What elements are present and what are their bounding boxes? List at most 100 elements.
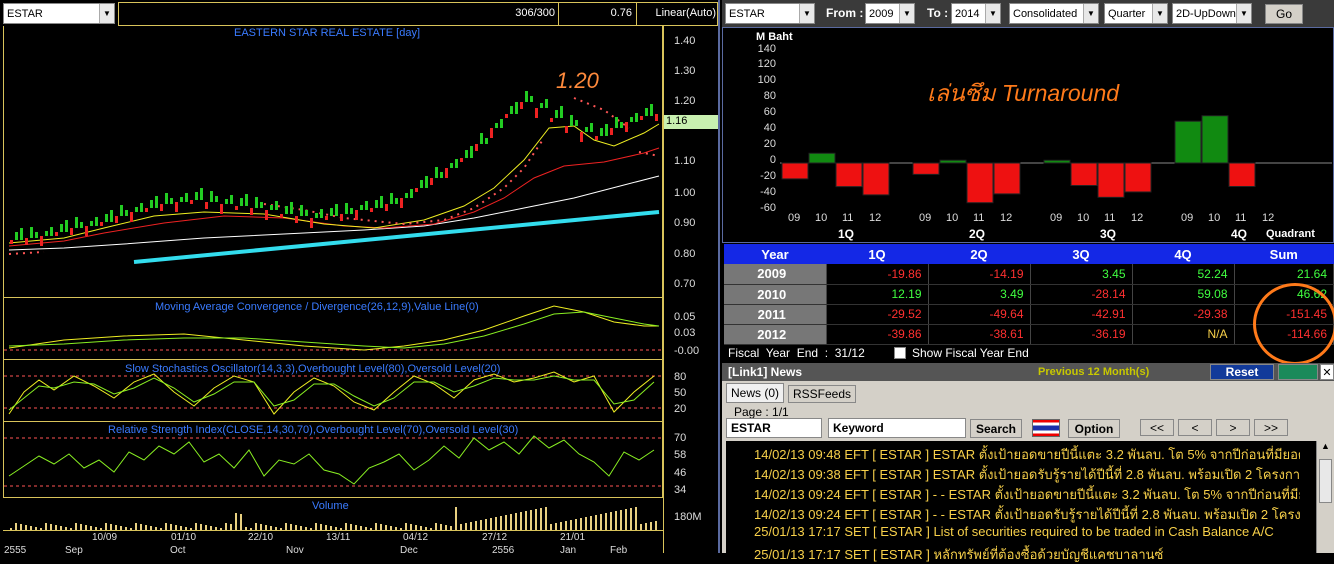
volume-bar [570, 520, 572, 530]
bar-3Q-10 [1070, 162, 1098, 187]
scrollbar[interactable]: ▲ [1316, 441, 1334, 553]
keyword-input[interactable]: Keyword [828, 418, 966, 438]
fin-symbol-select[interactable]: ESTAR ▼ [725, 3, 815, 24]
tab-news[interactable]: News (0) [726, 383, 784, 403]
scroll-thumb[interactable] [1319, 459, 1332, 503]
to-year-select[interactable]: 2014 ▼ [951, 3, 1001, 24]
filter-button[interactable] [1278, 364, 1318, 380]
news-item[interactable]: 25/01/13 17:17 SET [ ESTAR ] List of sec… [754, 524, 1300, 544]
chevron-down-icon: ▼ [899, 4, 914, 23]
first-page-button[interactable]: << [1140, 419, 1174, 436]
candle [645, 108, 648, 116]
candle [525, 91, 528, 102]
candle [375, 200, 378, 208]
month-label: Sep [65, 545, 83, 556]
news-symbol-input[interactable]: ESTAR [726, 418, 822, 438]
candle [435, 167, 438, 178]
bar-y-tick: 60 [763, 106, 776, 118]
date-label: 01/10 [171, 532, 197, 543]
month-label: 2556 [492, 545, 515, 556]
year-cell: 2010 [724, 284, 827, 305]
from-year-select[interactable]: 2009 ▼ [865, 3, 915, 24]
scale-mode[interactable]: Linear(Auto) [640, 7, 716, 19]
bar-y-tick: 20 [763, 138, 776, 150]
tab-rssfeeds[interactable]: RSSFeeds [788, 385, 856, 403]
news-item[interactable]: 14/02/13 09:24 EFT [ ESTAR ] - - ESTAR ต… [754, 504, 1300, 524]
news-item[interactable]: 14/02/13 09:38 EFT [ ESTAR ] ESTAR ตั้งเ… [754, 464, 1300, 484]
date-label: 21/01 [560, 532, 586, 543]
table-header: 1Q [868, 246, 886, 262]
reset-button[interactable]: Reset [1210, 364, 1274, 380]
scroll-up-icon[interactable]: ▲ [1317, 441, 1334, 457]
macd-tick: 0.03 [674, 327, 696, 339]
statement-type-value: Consolidated [1013, 7, 1078, 20]
candle [185, 193, 188, 202]
candle [640, 116, 643, 120]
volume-bar [490, 518, 492, 530]
volume-bar [485, 519, 487, 530]
next-page-button[interactable]: > [1216, 419, 1250, 436]
chart-symbol-select[interactable]: ESTAR ▼ [3, 3, 115, 24]
table-row: 2011 -29.52 -49.64 -42.91 -29.38 -151.45 [724, 304, 1334, 325]
candle [155, 196, 158, 208]
volume-bar [535, 509, 537, 530]
price-tick: 0.70 [674, 278, 696, 290]
candle [595, 136, 598, 140]
rsi-tick: 70 [674, 432, 687, 444]
volume-bar [455, 507, 457, 530]
bar-4Q-09 [1174, 120, 1202, 164]
value-cell: -39.86 [826, 324, 929, 345]
bar-1Q-10 [808, 152, 836, 164]
candle [315, 213, 318, 218]
date-label: 10/09 [92, 532, 118, 543]
candle [255, 197, 258, 208]
go-button[interactable]: Go [1265, 4, 1303, 24]
news-item[interactable]: 14/02/13 09:24 EFT [ ESTAR ] - - ESTAR ต… [754, 484, 1300, 504]
candle [485, 138, 488, 144]
statement-type-select[interactable]: Consolidated ▼ [1009, 3, 1099, 24]
close-icon[interactable]: ✕ [1320, 364, 1334, 380]
volume-bar [615, 511, 617, 530]
prev-page-button[interactable]: < [1178, 419, 1212, 436]
value-cell: 12.19 [826, 284, 929, 305]
news-item[interactable]: 14/02/13 09:48 EFT [ ESTAR ] ESTAR ตั้งเ… [754, 444, 1300, 464]
volume-bar [75, 523, 77, 530]
price-tick: 1.20 [674, 95, 696, 107]
bar-x-year-label: 11 [1235, 212, 1247, 224]
value-cell: -38.61 [928, 324, 1031, 345]
stoch-tick: 50 [674, 387, 687, 399]
period-value: Quarter [1108, 7, 1146, 20]
candle [275, 201, 278, 210]
volume-bar [545, 507, 547, 530]
candle [345, 203, 348, 214]
rsi-chart [4, 435, 662, 487]
candle [160, 204, 163, 211]
candle [325, 216, 328, 220]
moving-average-long [8, 175, 660, 251]
bar-x-year-label: 09 [1181, 212, 1194, 224]
chevron-down-icon: ▼ [1236, 4, 1251, 23]
news-item[interactable]: 25/01/13 17:17 SET [ ESTAR ] หลักทรัพย์ท… [754, 544, 1300, 564]
candle [605, 124, 608, 136]
last-page-button[interactable]: >> [1254, 419, 1288, 436]
price-tick: 0.80 [674, 248, 696, 260]
year-cell: 2011 [724, 304, 827, 325]
candle [120, 205, 123, 216]
bar-x-year-label: 12 [869, 212, 882, 224]
search-button[interactable]: Search [970, 419, 1022, 438]
period-select[interactable]: Quarter ▼ [1104, 3, 1168, 24]
candle [15, 232, 18, 240]
bar-3Q-11 [1097, 162, 1125, 198]
bar-2Q-10 [939, 159, 967, 164]
candle [270, 205, 273, 210]
flag-icon[interactable] [1032, 419, 1060, 437]
volume-bar [565, 521, 567, 530]
from-year-value: 2009 [869, 7, 894, 20]
bar-x-year-label: 10 [1077, 212, 1090, 224]
chart-type-select[interactable]: 2D-UpDown ▼ [1172, 3, 1252, 24]
option-button[interactable]: Option [1068, 419, 1120, 438]
show-fiscal-checkbox[interactable] [894, 347, 906, 359]
candle [210, 191, 213, 202]
volume-bar [655, 521, 657, 530]
chevron-down-icon: ▼ [99, 4, 114, 23]
